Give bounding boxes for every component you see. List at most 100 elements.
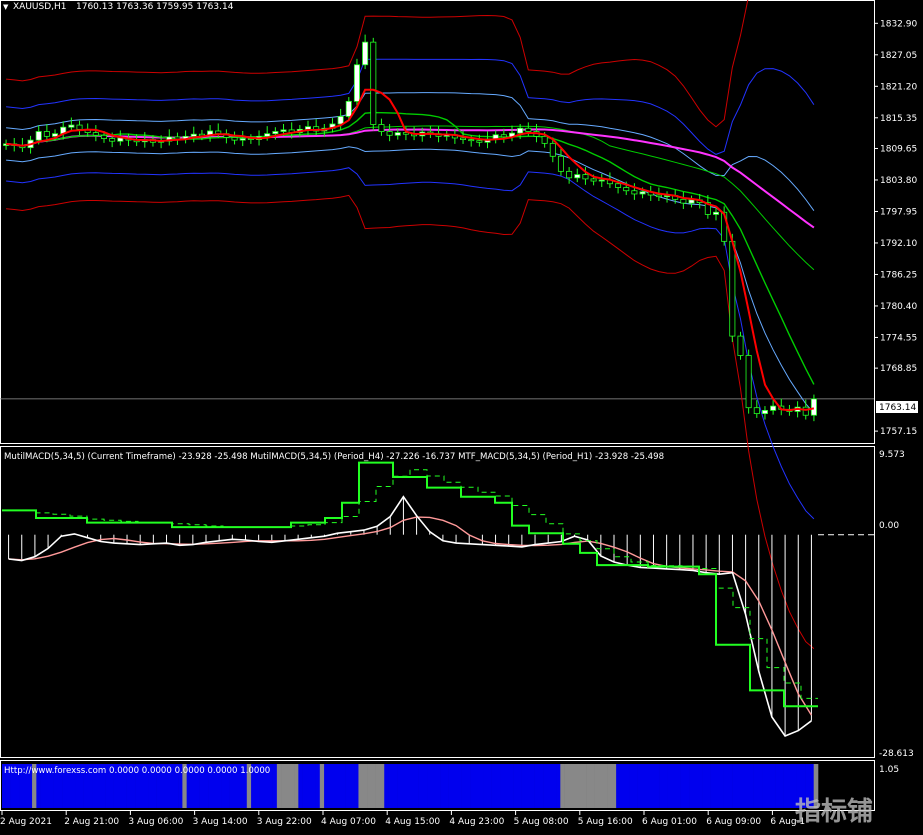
candle-body xyxy=(386,131,393,136)
signal-bar xyxy=(341,764,346,808)
signal-bar xyxy=(543,764,548,808)
current-price-label: 1763.14 xyxy=(879,403,916,413)
candle-body xyxy=(745,355,752,409)
candle-body xyxy=(525,127,532,132)
signal-bar xyxy=(410,764,415,808)
signal-bar xyxy=(388,764,394,808)
trading-chart[interactable]: 1832.90 1827.05 1821.20 1815.35 1809.65 1803.… xyxy=(0,0,923,835)
macd-panel[interactable] xyxy=(2,461,874,737)
collapse-triangle-icon[interactable]: ▼ xyxy=(3,3,9,11)
magenta-ma xyxy=(6,128,815,229)
price-tick-label: 1780.40 xyxy=(880,302,917,312)
time-tick-label: 5 Aug 16:00 xyxy=(578,817,633,827)
time-tick-label: 3 Aug 14:00 xyxy=(193,817,248,827)
signal-bar xyxy=(714,764,720,808)
signal-bar xyxy=(633,764,638,808)
time-tick-label: 2 Aug 2021 xyxy=(0,817,52,827)
signal-bar xyxy=(487,764,492,808)
candle-body xyxy=(500,134,507,138)
macd-panel-frame xyxy=(0,446,875,758)
lower-outer-band xyxy=(6,194,815,649)
signal-bar xyxy=(362,764,368,808)
signal-bar xyxy=(620,764,626,808)
signal-bar xyxy=(379,764,385,808)
candle-body xyxy=(362,41,369,66)
candle-body xyxy=(639,191,646,195)
signal-bar xyxy=(427,764,432,808)
candle-body xyxy=(582,174,589,180)
price-panel[interactable] xyxy=(0,0,874,649)
candle-body xyxy=(541,135,548,144)
signal-bar xyxy=(676,764,681,808)
signal-bar xyxy=(530,764,535,808)
signal-bar xyxy=(740,764,746,808)
candle-body xyxy=(655,194,662,198)
time-tick-label: 4 Aug 07:00 xyxy=(321,817,376,827)
signal-bar xyxy=(345,764,351,808)
price-tick-label: 1768.85 xyxy=(880,364,917,374)
signal-bar xyxy=(573,764,578,808)
signal-bar xyxy=(276,764,282,808)
signal-bar xyxy=(414,764,419,808)
signal-bar xyxy=(397,764,402,808)
price-tick-label: 1827.05 xyxy=(880,51,917,61)
candle-body xyxy=(239,138,246,141)
signal-bar xyxy=(783,764,789,808)
signal-bar xyxy=(671,764,677,808)
time-tick-label: 6 Aug 01:00 xyxy=(642,817,697,827)
watermark-logo: 指标铺 xyxy=(795,797,873,827)
signal-bar xyxy=(538,764,544,808)
candle-body xyxy=(68,124,75,128)
signal-bar xyxy=(590,764,595,808)
signal-bar xyxy=(598,764,604,808)
signal-bar xyxy=(577,764,583,808)
signal-bar xyxy=(470,764,475,808)
signal-bar xyxy=(556,764,561,808)
macd-signal-line xyxy=(8,516,812,716)
price-tick-label: 1797.95 xyxy=(880,207,917,217)
signal-bar xyxy=(315,764,321,808)
green-slow-ma xyxy=(6,125,815,271)
signal-bar xyxy=(319,764,325,808)
signal-bar xyxy=(744,764,750,808)
h4-macd-step-line xyxy=(2,461,818,708)
signal-bar xyxy=(504,764,510,808)
signal-bar xyxy=(324,764,329,808)
signal-bar xyxy=(787,764,793,808)
candle-body xyxy=(517,127,524,134)
time-tick-label: 3 Aug 22:00 xyxy=(257,817,312,827)
signal-bar xyxy=(306,764,312,808)
signal-bar xyxy=(478,764,484,808)
candle-body xyxy=(753,407,760,415)
signal-bar xyxy=(431,764,437,808)
signal-bar xyxy=(349,764,355,808)
signal-bar xyxy=(753,764,759,808)
candle-body xyxy=(590,178,597,182)
time-tick-label: 3 Aug 06:00 xyxy=(128,817,183,827)
time-tick-label: 2 Aug 21:00 xyxy=(64,817,119,827)
signal-bar xyxy=(641,764,647,808)
signal-bar xyxy=(663,764,668,808)
time-tick-label: 6 Aug 09:00 xyxy=(706,817,761,827)
signal-bar xyxy=(294,764,299,808)
candle-body xyxy=(43,131,50,137)
price-panel-frame xyxy=(0,0,875,444)
signal-bar xyxy=(483,764,488,808)
signal-bar xyxy=(448,764,454,808)
signal-bar xyxy=(517,764,522,808)
candle-body xyxy=(598,179,605,182)
signal-max-label: 1.05 xyxy=(879,765,899,775)
price-tick-label: 1757.15 xyxy=(880,427,917,437)
price-tick-label: 1786.25 xyxy=(880,270,917,280)
symbol-label: XAUUSD,H1 xyxy=(13,2,67,12)
candle-body xyxy=(557,155,564,172)
candle-body xyxy=(353,64,360,102)
price-tick-label: 1803.80 xyxy=(880,176,917,186)
signal-bar xyxy=(770,764,776,808)
candle-body xyxy=(802,406,809,416)
signal-bar xyxy=(375,764,381,808)
macd-min-label: -28.613 xyxy=(879,749,914,759)
signal-bar xyxy=(495,764,501,808)
signal-bar xyxy=(461,764,467,808)
candle-body xyxy=(100,134,108,139)
